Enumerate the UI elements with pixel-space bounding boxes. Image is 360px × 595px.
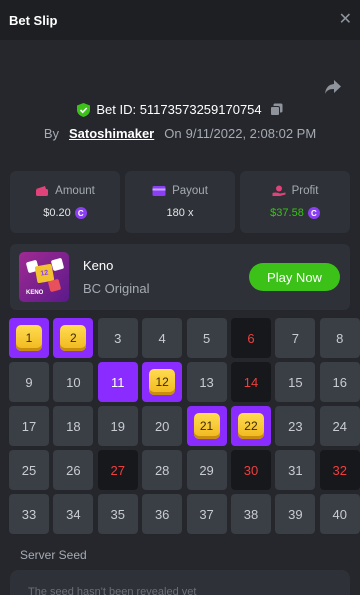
shield-check-icon	[77, 102, 91, 117]
keno-cell: 8	[319, 318, 360, 358]
keno-cell: 15	[275, 362, 316, 402]
keno-cell: 20	[142, 406, 183, 446]
game-card: 12 KENO Keno BC Original Play Now	[10, 244, 350, 310]
keno-cell: 11	[97, 362, 138, 402]
author-link[interactable]: Satoshimaker	[69, 126, 154, 141]
profit-label: Profit	[291, 185, 319, 197]
gold-hit-tile: 22	[237, 413, 264, 439]
money-hand-icon	[272, 185, 286, 196]
payout-label: Payout	[172, 185, 208, 197]
keno-cell: 7	[275, 318, 316, 358]
keno-cell: 16	[319, 362, 360, 402]
server-seed-field: The seed hasn't been revealed yet	[10, 570, 350, 595]
keno-cell: 27	[97, 450, 138, 490]
on-label: On	[164, 126, 182, 141]
bet-datetime: 9/11/2022, 2:08:02 PM	[185, 126, 317, 141]
keno-cell: 40	[319, 494, 360, 534]
amount-stat: Amount $0.20 C	[10, 171, 120, 233]
page-title: Bet Slip	[9, 12, 58, 28]
keno-cell: 25	[9, 450, 49, 490]
amount-label: Amount	[55, 185, 95, 197]
keno-cell: 33	[9, 494, 49, 534]
keno-cell: 10	[53, 362, 94, 402]
coin-icon: C	[74, 207, 87, 219]
payout-stat: Payout 180 x	[125, 171, 235, 233]
by-label: By	[43, 126, 59, 141]
keno-cell: 1	[9, 318, 49, 358]
bet-id-row: Bet ID: 51173573259170754	[0, 102, 360, 117]
thumb-keno-label: KENO	[26, 290, 44, 296]
keno-cell: 6	[230, 318, 271, 358]
payout-value: 180 x	[166, 207, 194, 219]
keno-cell: 29	[186, 450, 227, 490]
keno-cell: 3	[97, 318, 138, 358]
keno-cell: 34	[53, 494, 94, 534]
bet-slip-header: Bet Slip ✕	[0, 0, 360, 40]
keno-cell: 23	[275, 406, 316, 446]
keno-cell: 31	[275, 450, 316, 490]
coin-icon: C	[307, 207, 320, 219]
copy-icon[interactable]	[269, 103, 283, 116]
gold-hit-tile: 1	[16, 325, 42, 351]
game-provider: BC Original	[83, 281, 150, 296]
play-now-button[interactable]: Play Now	[249, 263, 340, 291]
gold-hit-tile: 12	[149, 369, 176, 395]
keno-cell: 38	[230, 494, 271, 534]
close-icon[interactable]: ✕	[339, 12, 352, 28]
server-seed-label: Server Seed	[20, 548, 87, 562]
keno-cell: 22	[230, 406, 271, 446]
profit-stat: Profit $37.58 C	[240, 171, 350, 233]
keno-cell: 4	[142, 318, 183, 358]
gold-hit-tile: 2	[60, 325, 87, 351]
thumb-tile-decoration	[50, 257, 65, 272]
card-icon	[152, 186, 166, 196]
profit-value: $37.58	[270, 207, 304, 219]
keno-cell: 24	[319, 406, 360, 446]
gold-hit-tile: 21	[193, 413, 220, 439]
keno-cell: 36	[142, 494, 183, 534]
bet-id: Bet ID: 51173573259170754	[96, 102, 262, 117]
keno-thumbnail[interactable]: 12 KENO	[19, 252, 69, 302]
keno-cell: 28	[142, 450, 183, 490]
share-icon[interactable]	[324, 79, 342, 95]
keno-cell: 12	[142, 362, 183, 402]
game-name: Keno	[83, 258, 114, 273]
keno-cell: 26	[53, 450, 94, 490]
keno-cell: 18	[53, 406, 94, 446]
keno-cell: 30	[230, 450, 271, 490]
bet-author-row: By Satoshimaker On 9/11/2022, 2:08:02 PM	[0, 126, 360, 141]
keno-cell: 37	[186, 494, 227, 534]
thumb-tile-decoration	[47, 278, 62, 293]
keno-cell: 32	[319, 450, 360, 490]
wallet-icon	[36, 186, 49, 196]
keno-cell: 35	[97, 494, 138, 534]
bet-stats: Amount $0.20 C Payout 180 x Profit $37.5…	[10, 171, 350, 233]
keno-cell: 17	[9, 406, 49, 446]
amount-value: $0.20	[43, 207, 71, 219]
keno-cell: 21	[186, 406, 227, 446]
keno-cell: 13	[186, 362, 227, 402]
keno-cell: 14	[230, 362, 271, 402]
keno-cell: 5	[186, 318, 227, 358]
keno-cell: 2	[53, 318, 94, 358]
keno-board: 1 2 3 4 5 6 7 8 9 10 11 12 13 14 15 16 17 18 19 20 21 22 23 24 2…	[9, 318, 360, 534]
keno-cell: 39	[275, 494, 316, 534]
keno-cell: 19	[97, 406, 138, 446]
keno-cell: 9	[9, 362, 49, 402]
server-seed-text: The seed hasn't been revealed yet	[28, 586, 197, 595]
